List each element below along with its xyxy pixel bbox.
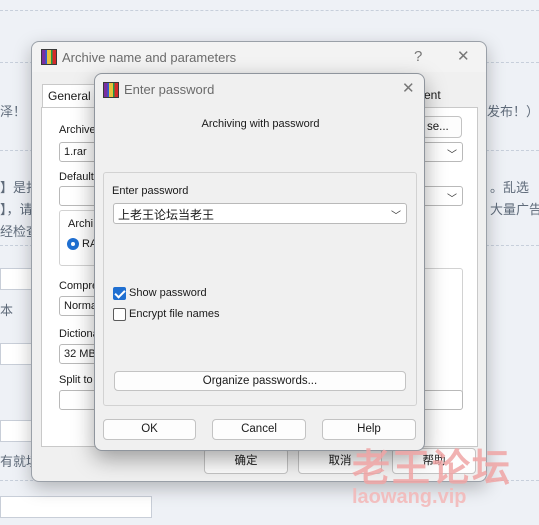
encrypt-file-names-label: Encrypt file names (129, 308, 220, 320)
bg-input[interactable] (0, 343, 32, 365)
bg-text: 大量广告 (490, 202, 539, 217)
watermark-logo-text: 老王论坛 (352, 448, 513, 490)
title-bar: Archive name and parameters ? ✕ (32, 42, 486, 72)
ok-button[interactable]: OK (103, 419, 196, 440)
chevron-down-icon: ﹀ (447, 194, 457, 205)
winrar-app-icon (41, 49, 57, 65)
dialog-title: Enter password (124, 82, 215, 97)
compression-label: Compre (59, 280, 99, 292)
bg-input[interactable] (0, 268, 32, 290)
cancel-button[interactable]: Cancel (212, 419, 306, 440)
split-unit-combo[interactable] (422, 390, 463, 410)
archive-format-group: Archi RA (59, 210, 97, 266)
divider (0, 10, 539, 11)
chevron-down-icon: ﹀ (447, 150, 457, 161)
dictionary-label: Dictiona (59, 328, 99, 340)
organize-passwords-button[interactable]: Organize passwords... (114, 371, 406, 391)
watermark-url-text: laowang.vip (352, 486, 467, 508)
bg-text: 】，请 (0, 202, 33, 217)
password-value: 上老王论坛当老王 (118, 208, 215, 222)
archive-name-label: Archive (59, 124, 96, 136)
show-password-label: Show password (129, 287, 207, 299)
help-icon[interactable]: ? (414, 48, 422, 65)
tab-comment[interactable]: ent (424, 84, 454, 108)
dialog-title: Archive name and parameters (62, 50, 237, 65)
password-combo[interactable]: 上老王论坛当老王 ﹀ (113, 203, 407, 224)
radio-rar[interactable] (67, 238, 79, 250)
bg-input[interactable] (0, 420, 32, 442)
close-icon[interactable]: ✕ (457, 47, 470, 65)
dictionary-combo[interactable]: 32 MB (59, 344, 99, 364)
tab-general[interactable]: General (42, 84, 102, 108)
radio-dot (71, 242, 75, 246)
show-password-checkbox[interactable] (113, 287, 126, 300)
bg-text: 。乱选 (490, 180, 530, 195)
dialog-subtitle: Archiving with password (201, 118, 320, 130)
bg-text: 泽！ (0, 104, 27, 119)
bg-input[interactable] (0, 496, 152, 518)
compression-combo[interactable]: Normal (59, 296, 99, 316)
split-volumes-combo[interactable] (59, 390, 99, 410)
encrypt-file-names-checkbox[interactable] (113, 308, 126, 321)
split-volumes-label: Split to (59, 374, 93, 386)
chevron-down-icon: ﹀ (391, 211, 401, 222)
password-group: Enter password 上老王论坛当老王 ﹀ Show password … (103, 172, 417, 406)
bg-text: 发布！） (487, 104, 539, 119)
enter-password-dialog: Enter password ✕ Archiving with password… (94, 73, 425, 451)
enter-password-label: Enter password (112, 185, 189, 197)
archive-format-label: Archi (68, 218, 94, 230)
ok-button[interactable]: 确定 (204, 448, 288, 474)
close-icon[interactable]: ✕ (402, 79, 415, 97)
default-profile-label: Default (59, 171, 94, 183)
dictionary-value: 32 MB (64, 348, 96, 360)
archive-name-value: 1.rar (64, 146, 87, 158)
browse-button[interactable]: se... (422, 116, 462, 138)
winrar-app-icon (103, 82, 119, 98)
bg-text: 本 (0, 303, 14, 318)
